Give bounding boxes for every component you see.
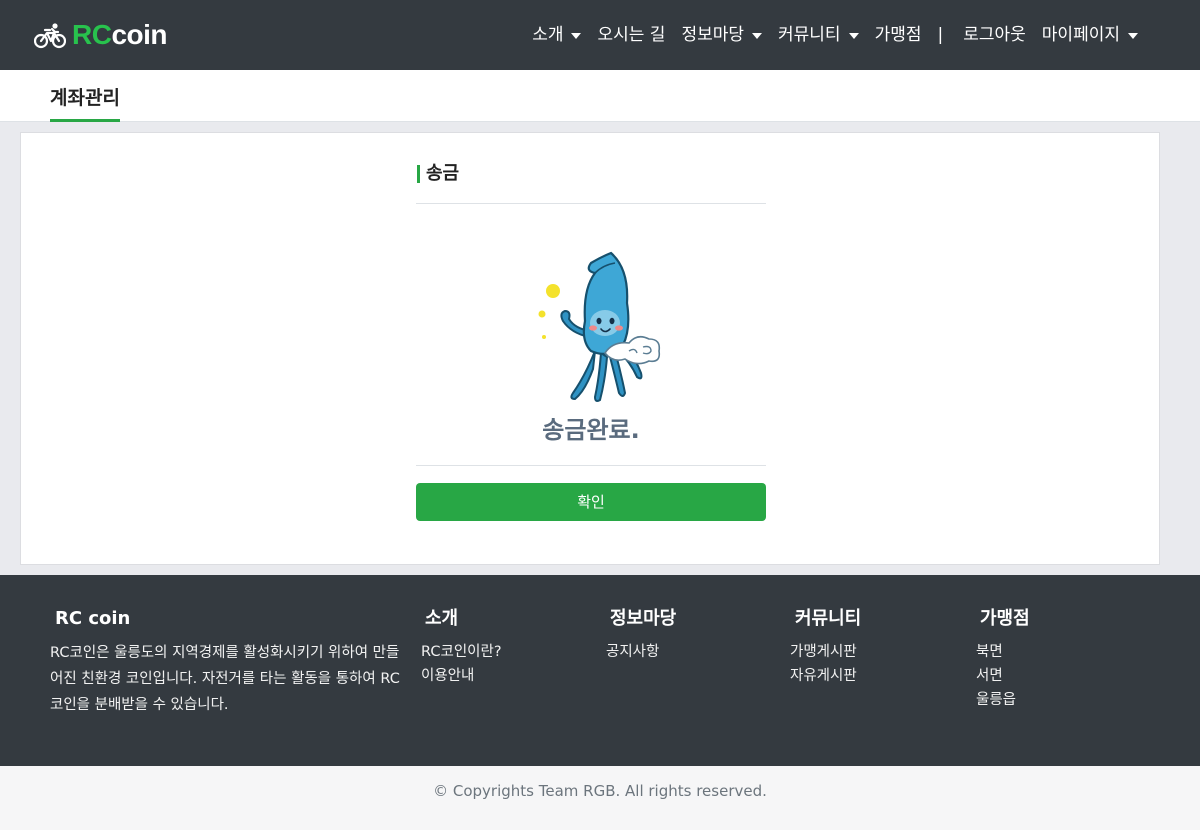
nav-mypage[interactable]: 마이페이지 [1042,20,1138,50]
footer-stores: 가맹점 북면 서면 울릉읍 [976,607,1030,712]
section-title: 송금 [426,163,460,184]
nav-info-label: 정보마당 [681,25,745,45]
nav-mypage-label: 마이페이지 [1041,25,1120,45]
nav-community-label: 커뮤니티 [778,25,841,45]
nav-info[interactable]: 정보마당 [681,20,763,50]
chevron-down-icon [848,32,859,39]
footer-link-ulleungeup[interactable]: 울릉읍 [976,688,1030,712]
footer-link-rccoin[interactable]: RC코인이란? [421,640,502,664]
footer-intro-title: 소개 [425,608,459,629]
footer-link-guide[interactable]: 이용안내 [421,664,502,688]
transfer-card: 송금 송금완료. 확인 [20,132,1160,565]
footer-stores-title: 가맹점 [980,608,1030,629]
top-navbar: RCcoin 소개 오시는 길 정보마당 커뮤니티 가맹점 | 로그아웃 마이페… [0,0,1200,70]
brand-rc: RC [72,19,112,50]
footer-about-text: RC코인은 울릉도의 지역경제를 활성화시키기 위하여 만들어진 친환경 코인입… [50,645,400,713]
nav-intro-label: 소개 [532,25,564,45]
nav-separator: | [937,25,944,45]
footer-info: 정보마당 공지사항 [606,607,676,664]
footer-community-title: 커뮤니티 [795,608,862,629]
squid-mascot-icon [538,251,661,402]
brand-name: RCcoin [72,18,168,52]
brand-coin: coin [111,19,168,50]
chevron-down-icon [752,32,763,39]
tab-account-management[interactable]: 계좌관리 [50,84,120,122]
transfer-complete-message: 송금완료. [542,416,640,444]
footer-link-seomyeon[interactable]: 서면 [976,664,1030,688]
nav-directions[interactable]: 오시는 길 [597,20,665,50]
bicycle-icon [34,23,66,49]
footer-link-free-board[interactable]: 자유게시판 [790,664,861,688]
nav-community[interactable]: 커뮤니티 [778,20,859,50]
nav-directions-label: 오시는 길 [597,25,666,45]
nav-stores-label: 가맹점 [874,25,922,45]
footer-community: 커뮤니티 가맹게시판 자유게시판 [790,607,861,688]
footer-info-title: 정보마당 [610,608,677,629]
confirm-button[interactable]: 확인 [416,483,766,521]
nav-stores[interactable]: 가맹점 [875,20,922,50]
footer-intro: 소개 RC코인이란? 이용안내 [421,607,502,688]
footer-link-notice[interactable]: 공지사항 [606,640,676,664]
footer-link-bukmyeon[interactable]: 북면 [976,640,1030,664]
divider [416,465,766,466]
site-footer: RC coin RC코인은 울릉도의 지역경제를 활성화시키기 위하여 만들어진… [0,575,1200,766]
section-accent-bar [417,165,420,183]
section-header: 송금 [416,163,766,204]
nav-intro[interactable]: 소개 [532,20,582,50]
copyright: © Copyrights Team RGB. All rights reserv… [0,766,1200,830]
chevron-down-icon [571,32,582,39]
brand-logo[interactable]: RCcoin [34,18,168,52]
sub-navbar: 계좌관리 [0,70,1200,122]
footer-about: RC coin RC코인은 울릉도의 지역경제를 활성화시키기 위하여 만들어진… [50,607,400,718]
nav-logout[interactable]: 로그아웃 [963,20,1026,50]
footer-about-title: RC coin [55,608,131,629]
nav-logout-label: 로그아웃 [963,25,1026,45]
footer-link-store-board[interactable]: 가맹게시판 [790,640,861,664]
chevron-down-icon [1128,32,1138,39]
main-nav: 소개 오시는 길 정보마당 커뮤니티 가맹점 | 로그아웃 마이페이지 [532,20,1138,50]
